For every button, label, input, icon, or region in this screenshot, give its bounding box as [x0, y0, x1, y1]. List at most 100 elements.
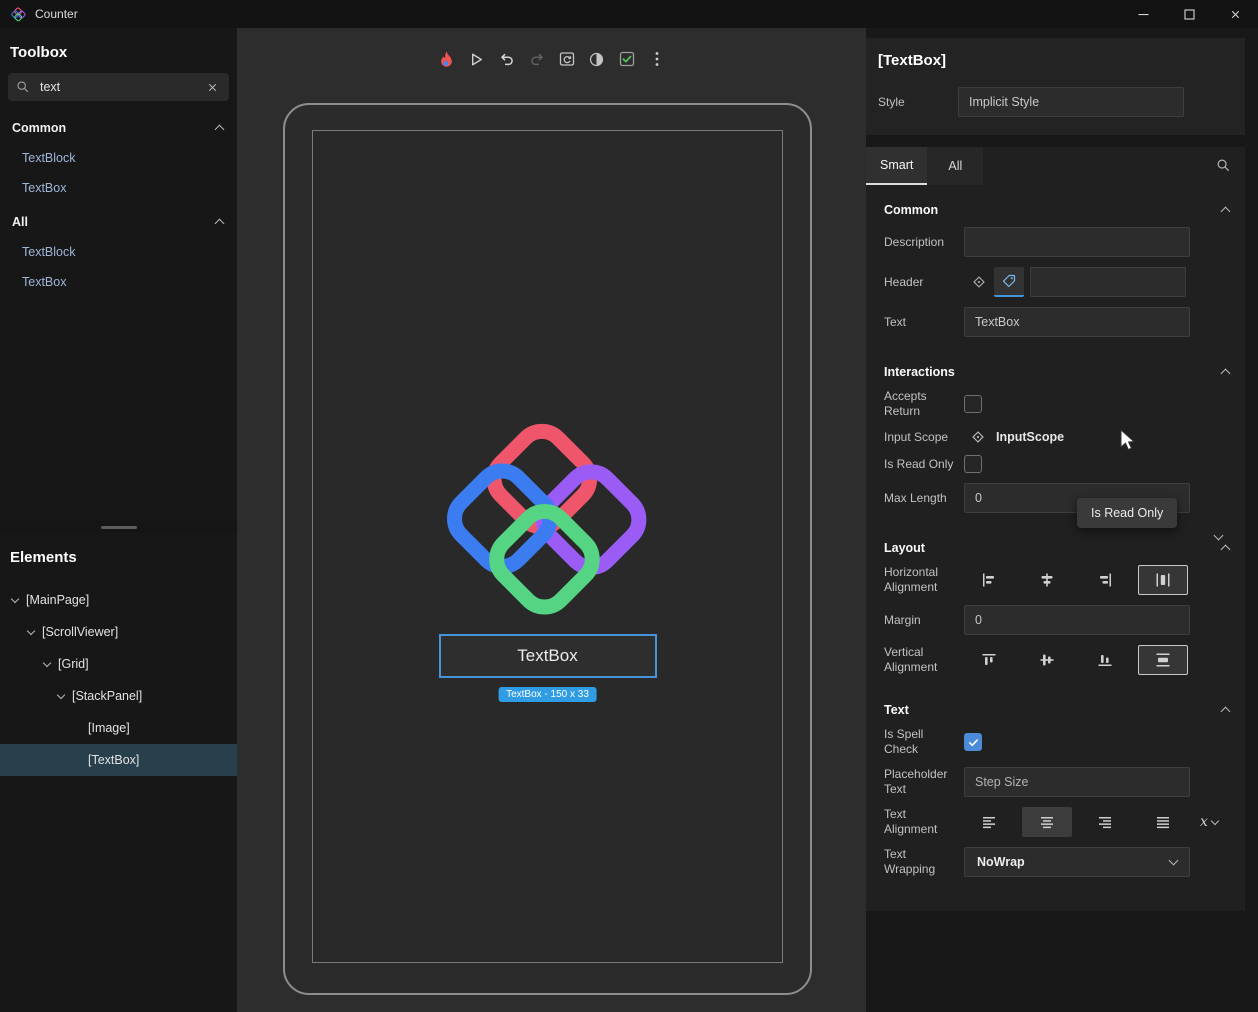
tree-item-image[interactable]: [Image] [0, 712, 237, 744]
text-align-justify-button[interactable] [1138, 807, 1188, 837]
h-align-center-button[interactable] [1022, 565, 1072, 595]
h-align-right-button[interactable] [1080, 565, 1130, 595]
check-icon [967, 736, 980, 749]
text-label: Text [884, 315, 958, 330]
chevron-down-icon [1169, 856, 1179, 866]
accepts-return-checkbox[interactable] [964, 395, 982, 413]
v-align-bottom-button[interactable] [1080, 645, 1130, 675]
placeholder-text-input[interactable] [964, 767, 1190, 797]
app-logo-image[interactable] [430, 407, 666, 634]
toolbox-search-input[interactable] [40, 80, 204, 94]
canvas-textbox-control[interactable]: TextBox [439, 634, 657, 678]
expand-chevron-icon[interactable] [27, 626, 35, 634]
tree-item-label: [TextBox] [88, 753, 139, 767]
text-align-center-button[interactable] [1022, 807, 1072, 837]
collapse-chevron-icon [1221, 707, 1231, 717]
device-frame: TextBox TextBox - 150 x 33 [283, 103, 812, 995]
clear-search-button[interactable] [204, 79, 221, 96]
v-align-top-button[interactable] [964, 645, 1014, 675]
style-row: Style [878, 87, 1233, 117]
design-canvas[interactable]: TextBox TextBox - 150 x 33 [237, 28, 866, 1012]
selection-size-badge: TextBox - 150 x 33 [498, 687, 597, 702]
tree-item-stackpanel[interactable]: [StackPanel] [0, 680, 237, 712]
tree-item-mainpage[interactable]: [MainPage] [0, 584, 237, 616]
toolbox-search[interactable] [8, 73, 229, 101]
h-align-left-icon [981, 572, 997, 588]
toolbox-section-all[interactable]: All [0, 203, 237, 237]
variable-binding-button[interactable]: x [1200, 814, 1218, 830]
design-toolbar [434, 46, 670, 72]
collapse-chevron-icon [1221, 207, 1231, 217]
theme-toggle-button[interactable] [584, 46, 610, 72]
text-wrapping-dropdown[interactable]: NoWrap [964, 847, 1190, 877]
text-align-center-icon [1039, 814, 1055, 830]
close-button[interactable] [1212, 0, 1258, 28]
section-text-header[interactable]: Text [866, 685, 1245, 727]
redo-icon [527, 49, 547, 69]
window-refresh-icon [557, 49, 577, 69]
h-align-stretch-button[interactable] [1138, 565, 1188, 595]
text-input[interactable] [964, 307, 1190, 337]
maximize-button[interactable] [1166, 0, 1212, 28]
clear-icon [206, 81, 219, 94]
toolbox-item-textblock[interactable]: TextBlock [0, 143, 237, 173]
tree-item-textbox-selected[interactable]: [TextBox] [0, 744, 237, 776]
more-options-button[interactable] [644, 46, 670, 72]
text-align-right-button[interactable] [1080, 807, 1130, 837]
is-read-only-checkbox[interactable] [964, 455, 982, 473]
undo-icon [497, 49, 517, 69]
expand-chevron-icon[interactable] [43, 658, 51, 666]
minimize-button[interactable] [1120, 0, 1166, 28]
margin-input[interactable] [964, 605, 1190, 635]
panel-splitter[interactable] [0, 521, 237, 533]
description-input[interactable] [964, 227, 1190, 257]
collapse-chevron-icon [1221, 369, 1231, 379]
window-title: Counter [35, 7, 78, 21]
section-common-header[interactable]: Common [866, 185, 1245, 227]
collapse-chevron-icon [1221, 545, 1231, 555]
expand-chevron-icon[interactable] [57, 690, 65, 698]
tree-item-label: [Image] [88, 721, 130, 735]
toolbox-section-common[interactable]: Common [0, 109, 237, 143]
validation-check-icon [617, 49, 637, 69]
is-spell-check-checkbox[interactable] [964, 733, 982, 751]
text-align-left-button[interactable] [964, 807, 1014, 837]
play-icon [467, 50, 486, 69]
toolbox-item-textbox[interactable]: TextBox [0, 173, 237, 203]
hot-design-flame-button[interactable] [434, 46, 460, 72]
v-align-stretch-button[interactable] [1138, 645, 1188, 675]
collapse-chevron-icon [215, 125, 225, 135]
expand-chevron-icon[interactable] [11, 594, 19, 602]
section-interactions-header[interactable]: Interactions [866, 347, 1245, 389]
device-screen[interactable]: TextBox TextBox - 150 x 33 [312, 130, 783, 963]
toolbox-item-textblock[interactable]: TextBlock [0, 237, 237, 267]
input-scope-value[interactable]: InputScope [996, 430, 1064, 444]
style-input[interactable] [958, 87, 1184, 117]
tree-item-scrollviewer[interactable]: [ScrollViewer] [0, 616, 237, 648]
accepts-return-label: Accepts Return [884, 389, 958, 419]
tag-icon [1001, 273, 1017, 289]
play-button[interactable] [464, 46, 490, 72]
v-align-center-button[interactable] [1022, 645, 1072, 675]
validation-button[interactable] [614, 46, 640, 72]
toolbox-item-textbox[interactable]: TextBox [0, 267, 237, 297]
is-spell-check-label: Is Spell Check [884, 727, 958, 757]
tab-all[interactable]: All [927, 147, 983, 185]
undo-button[interactable] [494, 46, 520, 72]
max-length-row: Max Length [884, 483, 1245, 513]
properties-search-icon[interactable] [1216, 158, 1231, 173]
is-spell-check-row: Is Spell Check [884, 727, 1245, 757]
window-refresh-button[interactable] [554, 46, 580, 72]
header-tag-button[interactable] [994, 267, 1024, 297]
minimize-icon [1138, 9, 1149, 20]
header-input[interactable] [1030, 267, 1186, 297]
h-align-right-icon [1097, 572, 1113, 588]
description-label: Description [884, 235, 958, 250]
redo-button[interactable] [524, 46, 550, 72]
tab-smart[interactable]: Smart [866, 147, 927, 185]
header-markup-button[interactable] [964, 267, 994, 297]
section-layout-header[interactable]: Layout [866, 523, 1245, 565]
h-align-left-button[interactable] [964, 565, 1014, 595]
inspector-tabs: Smart All [866, 147, 1245, 185]
tree-item-grid[interactable]: [Grid] [0, 648, 237, 680]
